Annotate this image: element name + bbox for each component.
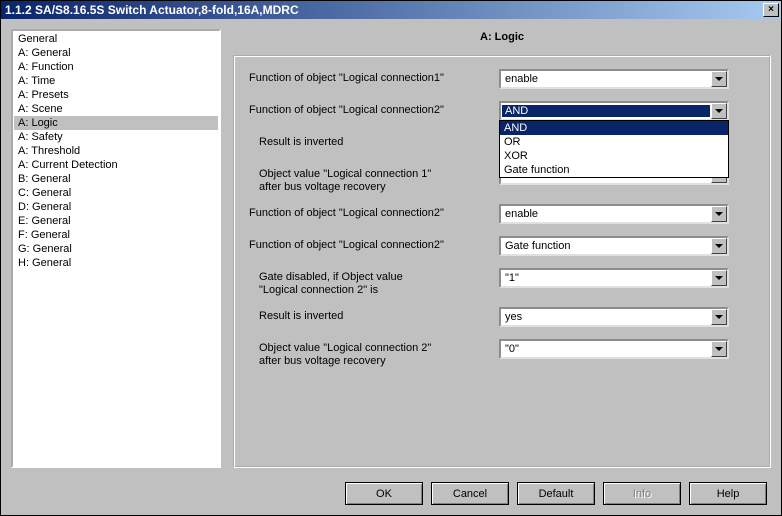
param-row: Function of object "Logical connection2"… bbox=[249, 204, 755, 226]
param-row: Object value "Logical connection 2"after… bbox=[249, 339, 755, 368]
chevron-down-icon[interactable] bbox=[711, 103, 727, 119]
param-row: Gate disabled, if Object value"Logical c… bbox=[249, 268, 755, 297]
combo-value: enable bbox=[501, 208, 711, 220]
window-title: 1.1.2 SA/S8.16.5S Switch Actuator,8-fold… bbox=[5, 3, 763, 17]
chevron-down-icon[interactable] bbox=[711, 238, 727, 254]
titlebar: 1.1.2 SA/S8.16.5S Switch Actuator,8-fold… bbox=[1, 1, 781, 19]
button-bar: OK Cancel Default Info Help bbox=[11, 476, 771, 505]
param-label: Result is inverted bbox=[249, 307, 499, 323]
param-field: ANDANDORXORGate function bbox=[499, 101, 755, 121]
sidebar-item[interactable]: A: Scene bbox=[14, 102, 218, 116]
combo-box[interactable]: "1" bbox=[499, 268, 729, 288]
panel-body: Function of object "Logical connection1"… bbox=[233, 55, 771, 468]
param-field: enable bbox=[499, 204, 755, 224]
param-field: "1" bbox=[499, 268, 755, 288]
combo-value: yes bbox=[501, 311, 711, 323]
param-label: Function of object "Logical connection1" bbox=[249, 69, 499, 85]
sidebar-item[interactable]: A: General bbox=[14, 46, 218, 60]
close-button[interactable]: × bbox=[763, 3, 779, 17]
combo-box[interactable]: enable bbox=[499, 204, 729, 224]
chevron-down-icon[interactable] bbox=[711, 206, 727, 222]
ok-button[interactable]: OK bbox=[345, 482, 423, 505]
param-field: enable bbox=[499, 69, 755, 89]
chevron-down-icon[interactable] bbox=[711, 71, 727, 87]
param-row: Function of object "Logical connection2"… bbox=[249, 101, 755, 123]
combo-box[interactable]: "0" bbox=[499, 339, 729, 359]
sidebar-item[interactable]: A: Logic bbox=[14, 116, 218, 130]
param-row: Result is invertedyes bbox=[249, 307, 755, 329]
chevron-down-icon[interactable] bbox=[711, 270, 727, 286]
client-area: GeneralA: GeneralA: FunctionA: TimeA: Pr… bbox=[1, 19, 781, 515]
combo-value: Gate function bbox=[501, 240, 711, 252]
param-field: Gate function bbox=[499, 236, 755, 256]
param-field: yes bbox=[499, 307, 755, 327]
sidebar-item[interactable]: D: General bbox=[14, 200, 218, 214]
param-label: Function of object "Logical connection2" bbox=[249, 204, 499, 220]
param-field: "0" bbox=[499, 339, 755, 359]
sidebar-item[interactable]: A: Threshold bbox=[14, 144, 218, 158]
sidebar-item[interactable]: A: Current Detection bbox=[14, 158, 218, 172]
sidebar-item[interactable]: General bbox=[14, 32, 218, 46]
param-label: Result is inverted bbox=[249, 133, 499, 149]
param-label: Function of object "Logical connection2" bbox=[249, 101, 499, 117]
combo-box[interactable]: Gate function bbox=[499, 236, 729, 256]
sidebar-item[interactable]: G: General bbox=[14, 242, 218, 256]
combo-box[interactable]: AND bbox=[499, 101, 729, 121]
panel-title: A: Logic bbox=[233, 29, 771, 55]
param-label: Gate disabled, if Object value"Logical c… bbox=[249, 268, 499, 297]
sidebar-item[interactable]: A: Time bbox=[14, 74, 218, 88]
dropdown-option[interactable]: AND bbox=[500, 121, 728, 135]
combo-value: AND bbox=[502, 105, 710, 117]
param-label: Object value "Logical connection 1"after… bbox=[249, 165, 499, 194]
default-button[interactable]: Default bbox=[517, 482, 595, 505]
sidebar-item[interactable]: E: General bbox=[14, 214, 218, 228]
param-label: Object value "Logical connection 2"after… bbox=[249, 339, 499, 368]
help-button[interactable]: Help bbox=[689, 482, 767, 505]
dialog-window: 1.1.2 SA/S8.16.5S Switch Actuator,8-fold… bbox=[0, 0, 782, 516]
sidebar-item[interactable]: F: General bbox=[14, 228, 218, 242]
sidebar[interactable]: GeneralA: GeneralA: FunctionA: TimeA: Pr… bbox=[11, 29, 221, 468]
dropdown-option[interactable]: Gate function bbox=[500, 163, 728, 177]
param-row: Function of object "Logical connection2"… bbox=[249, 236, 755, 258]
sidebar-item[interactable]: B: General bbox=[14, 172, 218, 186]
combo-box[interactable]: yes bbox=[499, 307, 729, 327]
sidebar-item[interactable]: C: General bbox=[14, 186, 218, 200]
param-row: Function of object "Logical connection1"… bbox=[249, 69, 755, 91]
sidebar-item[interactable]: A: Safety bbox=[14, 130, 218, 144]
combo-value: enable bbox=[501, 73, 711, 85]
content-panel: A: Logic Function of object "Logical con… bbox=[233, 29, 771, 468]
param-label: Function of object "Logical connection2" bbox=[249, 236, 499, 252]
combo-value: "1" bbox=[501, 272, 711, 284]
chevron-down-icon[interactable] bbox=[711, 341, 727, 357]
cancel-button[interactable]: Cancel bbox=[431, 482, 509, 505]
combo-value: "0" bbox=[501, 343, 711, 355]
chevron-down-icon[interactable] bbox=[711, 309, 727, 325]
dropdown-option[interactable]: OR bbox=[500, 135, 728, 149]
sidebar-item[interactable]: A: Function bbox=[14, 60, 218, 74]
combo-box[interactable]: enable bbox=[499, 69, 729, 89]
info-button: Info bbox=[603, 482, 681, 505]
dropdown-list[interactable]: ANDORXORGate function bbox=[499, 120, 729, 178]
sidebar-item[interactable]: H: General bbox=[14, 256, 218, 270]
main-area: GeneralA: GeneralA: FunctionA: TimeA: Pr… bbox=[11, 29, 771, 468]
sidebar-item[interactable]: A: Presets bbox=[14, 88, 218, 102]
dropdown-option[interactable]: XOR bbox=[500, 149, 728, 163]
